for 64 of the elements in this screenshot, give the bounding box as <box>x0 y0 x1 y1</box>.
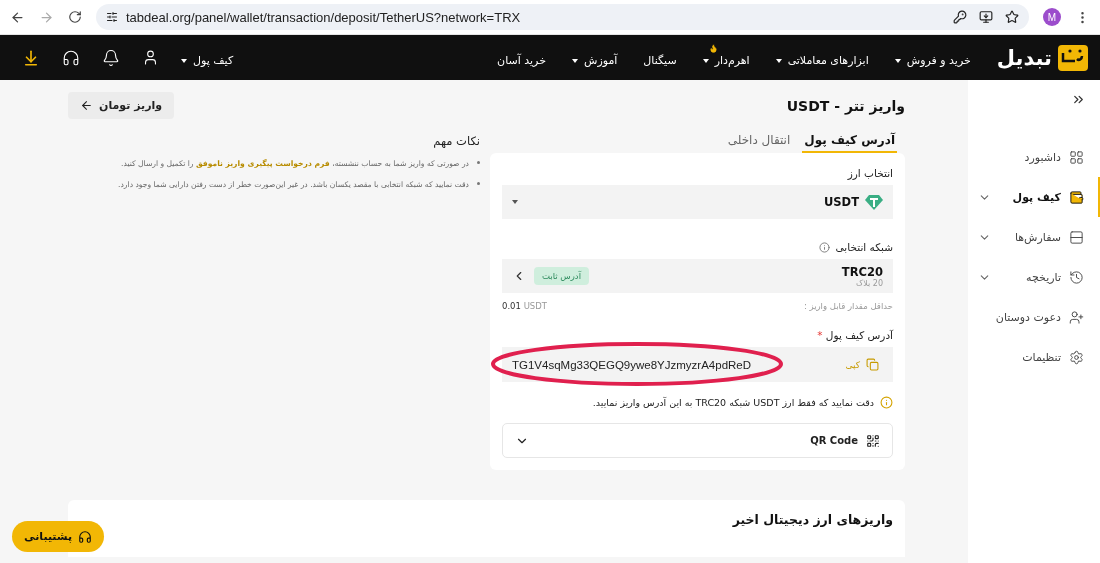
toman-deposit-button[interactable]: واریز تومان <box>68 92 175 119</box>
nav-link[interactable]: آموزش <box>571 44 618 71</box>
sidebar-item[interactable]: کیف پول <box>968 177 1100 217</box>
tab[interactable]: انتقال داخلی <box>725 129 793 153</box>
user-icon[interactable] <box>142 49 159 66</box>
bullet-icon <box>477 182 480 186</box>
info-icon[interactable] <box>818 241 830 253</box>
star-icon[interactable] <box>1005 10 1019 24</box>
install-icon[interactable] <box>979 10 993 24</box>
nav-link[interactable]: ابزارهای معاملاتی <box>775 44 869 71</box>
qr-code-icon <box>866 433 880 448</box>
support-button[interactable]: پشتیبانی <box>12 521 105 552</box>
caret-icon <box>702 58 709 63</box>
wallet-address: TG1V4sqMg33QEGQ9ywe8YJzmyzrA4pdReD <box>512 358 752 371</box>
nav-link[interactable]: خرید و فروش <box>894 44 971 71</box>
reload-icon[interactable] <box>68 10 82 24</box>
tether-icon <box>865 194 883 210</box>
caret-icon <box>571 58 578 63</box>
logo-text[interactable]: تبدیل <box>996 45 1052 70</box>
currency-select[interactable]: USDT <box>502 185 893 219</box>
key-icon[interactable] <box>953 10 967 24</box>
history-icon <box>1069 269 1084 285</box>
field-label: شبکه انتخابی <box>835 241 893 253</box>
logo-icon[interactable] <box>1058 44 1088 71</box>
section-title: واریزهای ارز دیجیتال اخیر <box>731 512 893 527</box>
notes-title: نکات مهم <box>432 134 480 148</box>
profile-avatar[interactable]: M <box>1043 8 1061 26</box>
wallet-icon <box>1069 189 1084 205</box>
caret-icon <box>894 58 901 63</box>
flame-icon <box>708 44 718 53</box>
grid-icon <box>1069 149 1084 165</box>
address-bar[interactable]: tabdeal.org/panel/wallet/transaction/deposit/TetherUS?network=TRX <box>96 4 1029 30</box>
caret-icon <box>512 200 518 204</box>
sidebar-item[interactable]: سفارش‌ها <box>968 217 1100 257</box>
arrow-icon <box>80 99 93 112</box>
sidebar-item[interactable]: تنظیمات <box>968 337 1100 377</box>
page-title: واریز تتر - USDT <box>786 97 905 114</box>
warning-icon <box>880 396 893 409</box>
nav-link[interactable]: اهرم‌دار <box>702 44 750 71</box>
deposit-icon[interactable] <box>22 48 40 67</box>
site-info-icon[interactable] <box>106 11 118 23</box>
sidebar-item[interactable]: تاریخچه <box>968 257 1100 297</box>
qr-code-toggle[interactable]: QR Code <box>502 423 893 458</box>
min-deposit-label: حداقل مقدار قابل واریز : <box>803 301 893 311</box>
caret-icon <box>181 58 187 63</box>
caret-icon <box>775 58 782 63</box>
field-label: آدرس کیف پول * <box>817 329 893 341</box>
bullet-icon <box>477 161 480 164</box>
warning-text: دقت نمایید که فقط ارز USDT شبکه TRC20 به این آدرس واریز نمایید. <box>592 397 874 408</box>
copy-icon <box>866 358 879 371</box>
field-label: انتخاب ارز <box>847 167 893 179</box>
wallet-menu[interactable]: کیف پول <box>181 44 234 71</box>
back-icon[interactable] <box>10 9 25 25</box>
sidebar-item[interactable]: دعوت دوستان <box>968 297 1100 337</box>
min-deposit-value: 0.01 USDT <box>502 301 547 311</box>
headset-icon[interactable] <box>62 48 80 67</box>
bell-icon[interactable] <box>102 48 120 67</box>
sidebar-item[interactable]: داشبورد <box>968 137 1100 177</box>
nav-link[interactable]: سیگنال <box>643 44 677 71</box>
settings-icon <box>1069 349 1084 365</box>
headset-icon <box>78 529 93 544</box>
nav-link[interactable]: خرید آسان <box>497 44 546 71</box>
add-user-icon <box>1069 309 1084 325</box>
rows-icon <box>1069 229 1084 245</box>
